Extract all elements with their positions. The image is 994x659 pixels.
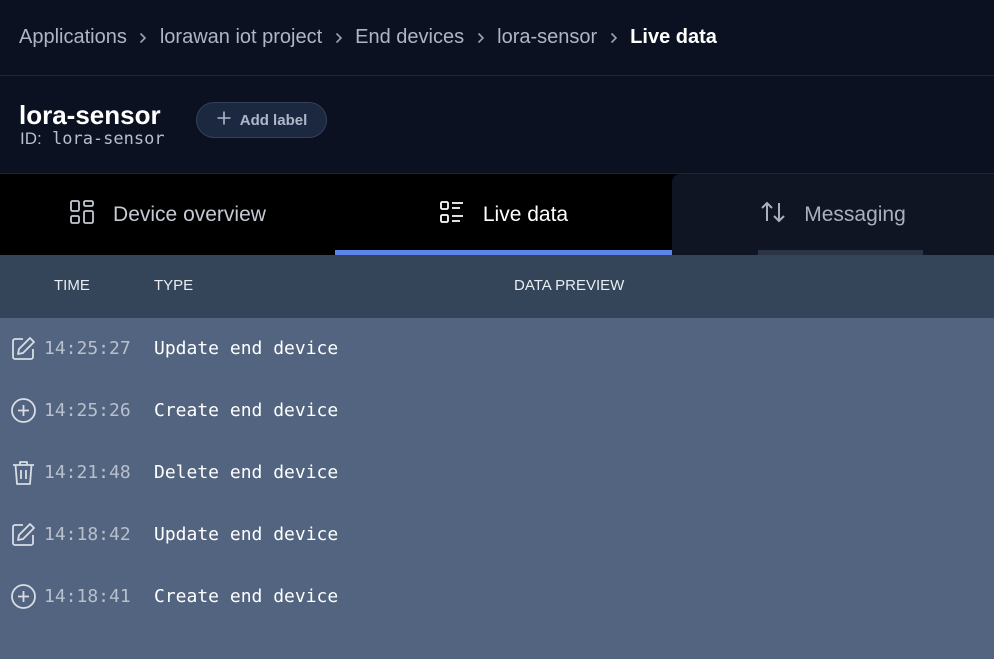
event-time: 14:18:41 bbox=[44, 586, 131, 607]
tab-live-data[interactable]: Live data bbox=[335, 174, 672, 255]
event-time: 14:18:42 bbox=[44, 524, 131, 545]
breadcrumb-application[interactable]: lorawan iot project bbox=[160, 26, 322, 49]
chevron-right-icon bbox=[464, 32, 497, 44]
device-header: lora-sensor ID: lora-sensor Add label bbox=[0, 76, 994, 174]
add-label-text: Add label bbox=[239, 111, 308, 129]
tab-messaging[interactable]: Messaging bbox=[672, 174, 994, 255]
device-id-value: lora-sensor bbox=[51, 129, 165, 149]
tab-bar: Device overview Live data Messaging bbox=[0, 174, 994, 255]
add-label-button[interactable]: Add label bbox=[196, 102, 327, 138]
plus-circle-icon bbox=[10, 583, 37, 610]
dashboard-icon bbox=[69, 199, 95, 231]
page-title: lora-sensor bbox=[19, 100, 161, 130]
tab-messaging-label: Messaging bbox=[804, 202, 906, 226]
column-header-type[interactable]: TYPE bbox=[154, 277, 193, 294]
event-type: Create end device bbox=[154, 400, 339, 421]
breadcrumb-current: Live data bbox=[630, 26, 717, 48]
trash-icon bbox=[10, 459, 37, 486]
column-header-time[interactable]: TIME bbox=[54, 277, 90, 294]
table-row[interactable]: 14:21:48 Delete end device bbox=[0, 442, 994, 504]
event-type: Create end device bbox=[154, 586, 339, 607]
plus-icon bbox=[216, 110, 232, 130]
event-time: 14:25:27 bbox=[44, 338, 131, 359]
breadcrumb-end-devices[interactable]: End devices bbox=[355, 26, 464, 49]
column-header-data-preview[interactable]: DATA PREVIEW bbox=[514, 277, 624, 294]
edit-icon bbox=[10, 335, 37, 362]
tab-device-overview[interactable]: Device overview bbox=[0, 174, 335, 255]
chevron-right-icon bbox=[322, 32, 355, 44]
table-row[interactable]: 14:18:42 Update end device bbox=[0, 504, 994, 566]
chevron-right-icon bbox=[597, 32, 630, 44]
event-type: Update end device bbox=[154, 524, 339, 545]
breadcrumb-device[interactable]: lora-sensor bbox=[497, 26, 597, 49]
event-type: Delete end device bbox=[154, 462, 339, 483]
edit-icon bbox=[10, 521, 37, 548]
arrows-up-down-icon bbox=[760, 199, 786, 231]
device-id: ID: lora-sensor bbox=[20, 129, 165, 149]
plus-circle-icon bbox=[10, 397, 37, 424]
event-time: 14:25:26 bbox=[44, 400, 131, 421]
chevron-right-icon bbox=[127, 32, 160, 44]
table-row[interactable]: 14:25:26 Create end device bbox=[0, 380, 994, 442]
table-row[interactable]: 14:18:41 Create end device bbox=[0, 566, 994, 628]
tab-device-overview-label: Device overview bbox=[113, 202, 266, 226]
breadcrumb: Applications lorawan iot project End dev… bbox=[0, 0, 994, 76]
events-table-body: 14:25:27 Update end device 14:25:26 Crea… bbox=[0, 318, 994, 659]
tab-live-data-label: Live data bbox=[482, 202, 569, 226]
event-time: 14:21:48 bbox=[44, 462, 131, 483]
list-icon bbox=[439, 199, 465, 231]
device-id-label: ID: bbox=[20, 129, 42, 148]
events-table-header: TIME TYPE DATA PREVIEW bbox=[0, 255, 994, 318]
event-type: Update end device bbox=[154, 338, 339, 359]
breadcrumb-applications[interactable]: Applications bbox=[19, 26, 127, 49]
table-row[interactable]: 14:25:27 Update end device bbox=[0, 318, 994, 380]
